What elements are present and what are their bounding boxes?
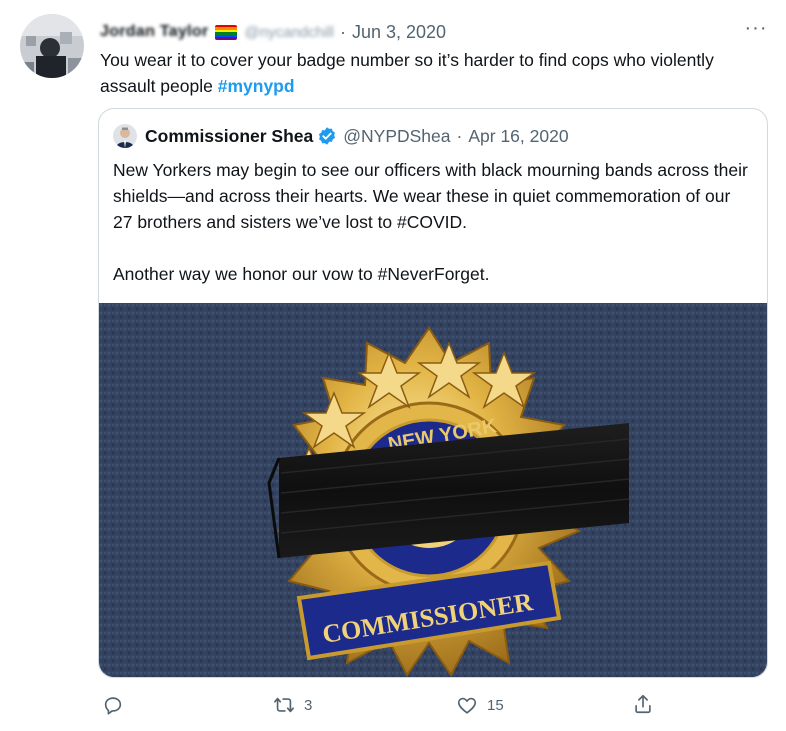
quoted-author-name[interactable]: Commissioner Shea [145, 126, 313, 147]
badge-photo: NEW YORK COMMISSIONER [99, 303, 767, 677]
like-icon [457, 697, 477, 714]
retweet-count: 3 [304, 696, 313, 714]
rainbow-flag-icon [214, 24, 237, 40]
verified-badge-icon [317, 126, 337, 146]
tweet-actions: 3 15 [0, 692, 786, 720]
reply-icon [104, 697, 122, 715]
quoted-tweet-text: New Yorkers may begin to see our officer… [113, 160, 748, 284]
quoted-header-separator: · [456, 125, 463, 146]
more-options-button[interactable]: ··· [742, 18, 770, 42]
quoted-author-handle[interactable]: @NYPDShea [343, 126, 450, 147]
header-separator: · [339, 21, 346, 42]
author-handle[interactable]: @nycandchill [245, 24, 334, 41]
tweet-text-body: You wear it to cover your badge number s… [100, 50, 714, 96]
quoted-tweet-header: Commissioner Shea @NYPDShea · Apr 16, 20… [113, 123, 569, 149]
share-button[interactable] [632, 692, 654, 716]
author-avatar[interactable] [20, 14, 84, 78]
reply-button[interactable] [102, 694, 124, 716]
tweet-header: Jordan Taylor @nycandchill · Jun 3, 2020 [100, 20, 446, 44]
quoted-avatar-image [113, 124, 137, 148]
hashtag-link[interactable]: #mynypd [218, 76, 295, 96]
retweet-icon [274, 697, 294, 713]
quoted-tweet-image[interactable]: NEW YORK COMMISSIONER [99, 303, 767, 677]
quoted-author-avatar[interactable] [113, 124, 137, 148]
avatar-image [20, 14, 84, 78]
quoted-tweet-date[interactable]: Apr 16, 2020 [468, 126, 568, 147]
like-button[interactable]: 15 [455, 694, 504, 716]
tweet[interactable]: Jordan Taylor @nycandchill · Jun 3, 2020… [0, 0, 786, 731]
quoted-tweet[interactable]: Commissioner Shea @NYPDShea · Apr 16, 20… [98, 108, 768, 678]
tweet-text: You wear it to cover your badge number s… [100, 47, 740, 99]
share-icon [635, 694, 651, 714]
more-icon: ··· [744, 17, 768, 39]
like-count: 15 [487, 696, 504, 714]
tweet-date[interactable]: Jun 3, 2020 [352, 22, 446, 43]
retweet-button[interactable]: 3 [272, 694, 312, 716]
author-name[interactable]: Jordan Taylor [100, 23, 209, 41]
